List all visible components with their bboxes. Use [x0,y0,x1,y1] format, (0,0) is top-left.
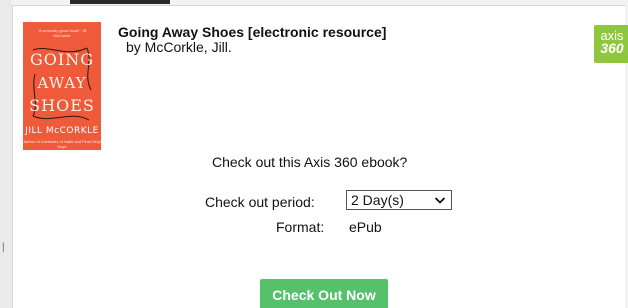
checkout-period-select[interactable]: 2 Day(s) [346,190,452,210]
edge-marker: | [2,242,5,253]
cover-blurb: "A seriously good book!" Jill McCorkle [37,28,87,38]
left-edge-panel: | [0,0,12,308]
cover-footer: Author of Creatures of Habit and Final V… [23,139,101,149]
cover-author: JILL McCORKLE [25,126,99,136]
checkout-prompt: Check out this Axis 360 ebook? [212,154,408,170]
checkout-period-value: 2 Day(s) [351,192,404,208]
cover-title-line-2: AWAY [37,74,87,92]
check-out-now-button[interactable]: Check Out Now [260,279,388,308]
axis360-logo: axis 360 [594,25,628,63]
format-label: Format: [276,219,325,235]
checkout-period-label: Check out period: [205,194,315,210]
book-title: Going Away Shoes [electronic resource] [118,24,387,40]
format-value: ePub [349,219,382,235]
book-cover-image: "A seriously good book!" Jill McCorkle G… [23,22,101,150]
logo-line-2: 360 [600,40,624,56]
page: | "A seriously good book!" Jill McCorkle… [0,0,628,308]
chevron-down-icon [434,197,446,204]
background-header-strip [70,0,170,4]
book-author: by McCorkle, Jill. [126,39,232,55]
cover-title-line-1: GOING [30,50,94,69]
cover-title-line-3: SHOES [29,96,95,115]
